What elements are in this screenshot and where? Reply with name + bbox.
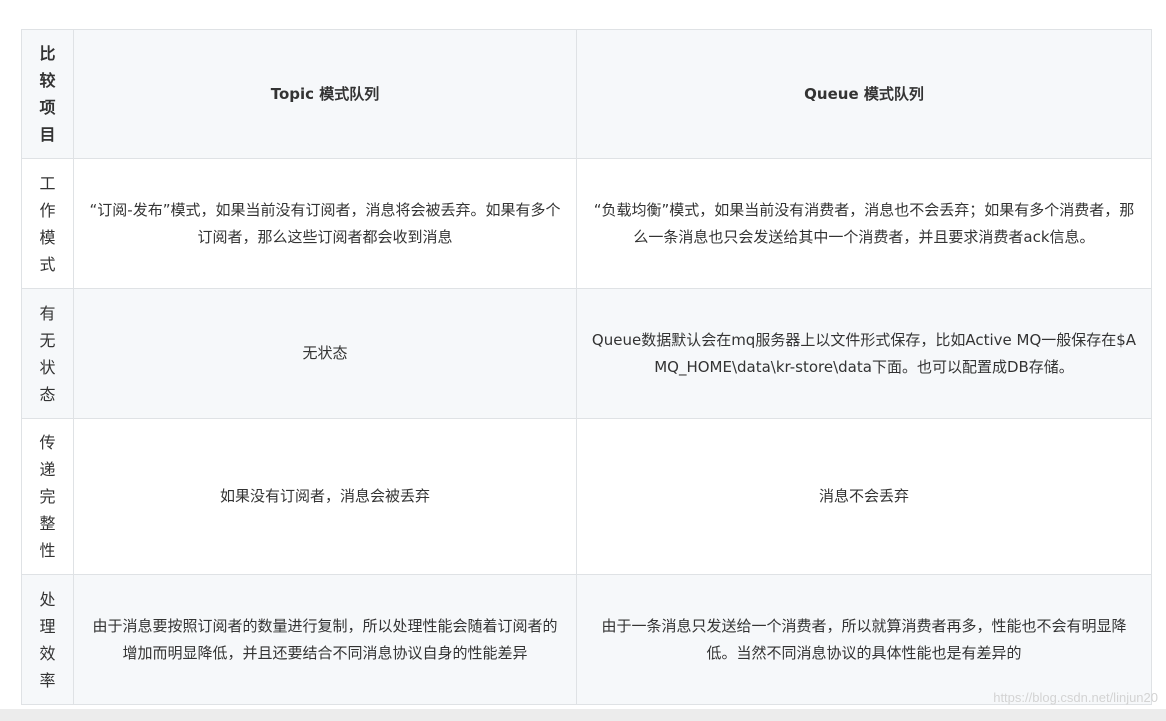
header-item-label: 比较项目	[39, 44, 56, 144]
row-item-cell: 有无状态	[21, 288, 74, 419]
bottom-band	[0, 709, 1166, 721]
header-topic-cell: Topic 模式队列	[73, 29, 577, 159]
header-queue-label: Queue 模式队列	[804, 84, 924, 103]
row-topic-text: 无状态	[302, 344, 348, 362]
row-item-label: 工作模式	[39, 173, 56, 274]
row-queue-text: 消息不会丢弃	[818, 487, 909, 505]
comparison-table: 比较项目 Topic 模式队列 Queue 模式队列 工作模式 “订阅-发布”模…	[21, 29, 1152, 705]
row-topic-text: 由于消息要按照订阅者的数量进行复制，所以处理性能会随着订阅者的增加而明显降低，并…	[92, 616, 558, 662]
row-queue-text: “负载均衡”模式，如果当前没有消费者，消息也不会丢弃；如果有多个消费者，那么一条…	[593, 200, 1135, 246]
row-topic-cell: 如果没有订阅者，消息会被丢弃	[73, 418, 577, 575]
row-queue-cell: “负载均衡”模式，如果当前没有消费者，消息也不会丢弃；如果有多个消费者，那么一条…	[576, 158, 1152, 289]
page: 比较项目 Topic 模式队列 Queue 模式队列 工作模式 “订阅-发布”模…	[0, 0, 1166, 721]
row-item-cell: 处理效率	[21, 574, 74, 705]
row-queue-cell: Queue数据默认会在mq服务器上以文件形式保存，比如Active MQ一般保存…	[576, 288, 1152, 419]
row-queue-cell: 消息不会丢弃	[576, 418, 1152, 575]
row-queue-cell: 由于一条消息只发送给一个消费者，所以就算消费者再多，性能也不会有明显降低。当然不…	[576, 574, 1152, 705]
row-topic-cell: “订阅-发布”模式，如果当前没有订阅者，消息将会被丢弃。如果有多个订阅者，那么这…	[73, 158, 577, 289]
table-row: 传递完整性 如果没有订阅者，消息会被丢弃 消息不会丢弃	[21, 418, 1152, 575]
row-item-cell: 工作模式	[21, 158, 74, 289]
header-queue-cell: Queue 模式队列	[576, 29, 1152, 159]
header-item-cell: 比较项目	[21, 29, 74, 159]
row-item-label: 传递完整性	[39, 433, 56, 560]
row-queue-text: 由于一条消息只发送给一个消费者，所以就算消费者再多，性能也不会有明显降低。当然不…	[601, 616, 1127, 662]
table-row: 处理效率 由于消息要按照订阅者的数量进行复制，所以处理性能会随着订阅者的增加而明…	[21, 574, 1152, 705]
row-topic-text: 如果没有订阅者，消息会被丢弃	[219, 487, 430, 505]
row-item-label: 有无状态	[39, 303, 56, 404]
row-queue-text: Queue数据默认会在mq服务器上以文件形式保存，比如Active MQ一般保存…	[591, 330, 1137, 376]
header-topic-label: Topic 模式队列	[270, 84, 380, 103]
row-topic-text: “订阅-发布”模式，如果当前没有订阅者，消息将会被丢弃。如果有多个订阅者，那么这…	[89, 200, 561, 246]
table-row: 工作模式 “订阅-发布”模式，如果当前没有订阅者，消息将会被丢弃。如果有多个订阅…	[21, 158, 1152, 289]
table-header-row: 比较项目 Topic 模式队列 Queue 模式队列	[21, 29, 1152, 159]
row-topic-cell: 无状态	[73, 288, 577, 419]
table-row: 有无状态 无状态 Queue数据默认会在mq服务器上以文件形式保存，比如Acti…	[21, 288, 1152, 419]
row-item-cell: 传递完整性	[21, 418, 74, 575]
row-item-label: 处理效率	[39, 589, 56, 690]
watermark: https://blog.csdn.net/linjun20	[993, 690, 1158, 705]
row-topic-cell: 由于消息要按照订阅者的数量进行复制，所以处理性能会随着订阅者的增加而明显降低，并…	[73, 574, 577, 705]
